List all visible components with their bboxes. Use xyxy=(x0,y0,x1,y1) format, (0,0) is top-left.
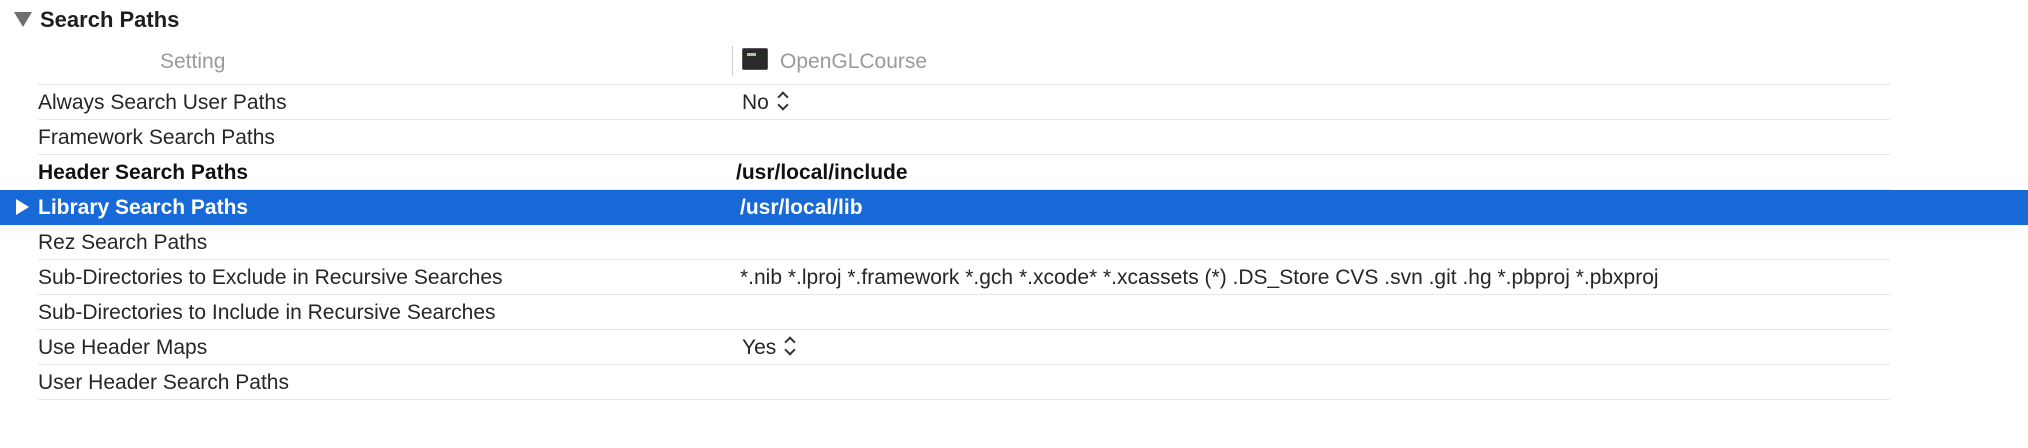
setting-label: User Header Search Paths xyxy=(38,371,289,394)
row-divider xyxy=(38,399,1890,400)
disclosure-triangle-right-icon[interactable] xyxy=(16,199,29,215)
setting-value[interactable]: /usr/local/lib xyxy=(740,196,863,220)
setting-label: Use Header Maps xyxy=(38,336,208,359)
column-header: Setting OpenGLCourse xyxy=(38,40,1890,85)
setting-row-rez-search-paths[interactable]: Rez Search Paths xyxy=(0,225,2028,260)
column-header-target: OpenGLCourse xyxy=(780,50,928,73)
disclosure-triangle-down-icon[interactable] xyxy=(14,12,32,27)
setting-label: Header Search Paths xyxy=(38,161,249,184)
setting-label: Framework Search Paths xyxy=(38,126,275,149)
popup-value: No xyxy=(742,91,769,114)
setting-row-exclude-recursive[interactable]: Sub-Directories to Exclude in Recursive … xyxy=(0,260,2028,295)
section-header-search-paths[interactable]: Search Paths xyxy=(0,0,2028,40)
setting-value[interactable]: /usr/local/include xyxy=(736,161,908,185)
setting-row-header-search-paths[interactable]: Header Search Paths /usr/local/include xyxy=(0,155,2028,190)
column-divider[interactable] xyxy=(732,46,733,76)
setting-row-include-recursive[interactable]: Sub-Directories to Include in Recursive … xyxy=(0,295,2028,330)
up-down-chevron-icon xyxy=(777,92,789,112)
settings-table: Always Search User Paths No Framework Se… xyxy=(0,85,2028,400)
setting-value[interactable]: *.nib *.lproj *.framework *.gch *.xcode*… xyxy=(740,266,1659,290)
setting-label: Sub-Directories to Exclude in Recursive … xyxy=(38,266,503,289)
setting-label: Rez Search Paths xyxy=(38,231,208,254)
setting-value-popup[interactable]: No xyxy=(742,91,789,115)
column-header-setting: Setting xyxy=(160,50,226,73)
setting-row-framework-search-paths[interactable]: Framework Search Paths xyxy=(0,120,2028,155)
section-title: Search Paths xyxy=(40,7,180,32)
setting-row-always-search-user-paths[interactable]: Always Search User Paths No xyxy=(0,85,2028,120)
setting-label: Always Search User Paths xyxy=(38,91,287,114)
setting-label: Library Search Paths xyxy=(38,196,249,219)
setting-row-user-header-search-paths[interactable]: User Header Search Paths xyxy=(0,365,2028,400)
popup-value: Yes xyxy=(742,336,777,359)
up-down-chevron-icon xyxy=(784,337,796,357)
setting-value-popup[interactable]: Yes xyxy=(742,336,796,360)
setting-label: Sub-Directories to Include in Recursive … xyxy=(38,301,496,324)
setting-row-use-header-maps[interactable]: Use Header Maps Yes xyxy=(0,330,2028,365)
setting-row-library-search-paths[interactable]: Library Search Paths /usr/local/lib xyxy=(0,190,2028,225)
terminal-app-icon xyxy=(742,48,768,70)
